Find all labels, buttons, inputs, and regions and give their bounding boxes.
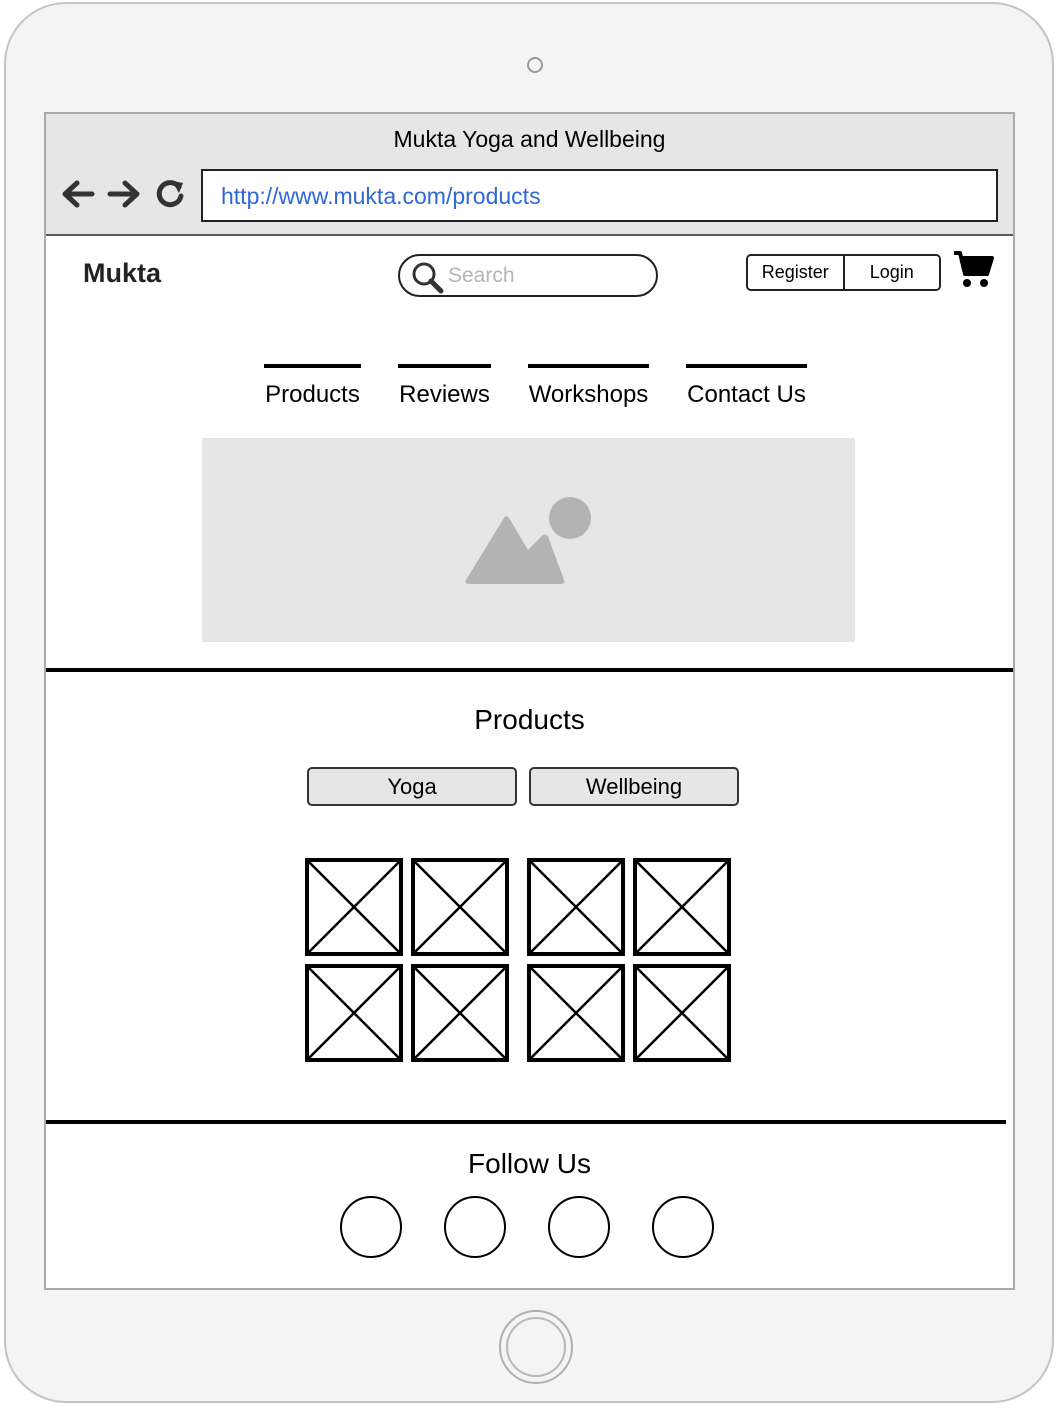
camera-icon [527, 57, 543, 73]
nav-contact-us[interactable]: Contact Us [686, 364, 807, 414]
auth-button-group: Register Login [746, 254, 941, 291]
product-image-placeholder[interactable] [305, 858, 403, 956]
browser-toolbar: Mukta Yoga and Wellbeing http://www.mukt… [46, 114, 1013, 236]
product-image-placeholder[interactable] [527, 964, 625, 1062]
url-text: http://www.mukta.com/products [221, 183, 541, 209]
product-image-placeholder[interactable] [411, 964, 509, 1062]
browser-nav-controls [60, 176, 188, 212]
section-divider [46, 668, 1013, 672]
back-arrow-icon[interactable] [60, 176, 96, 212]
browser-window: Mukta Yoga and Wellbeing http://www.mukt… [44, 112, 1015, 1290]
hero-image [202, 438, 855, 642]
product-image-placeholder[interactable] [633, 858, 731, 956]
nav-products[interactable]: Products [264, 364, 361, 414]
follow-us-heading: Follow Us [468, 1148, 591, 1179]
filter-yoga-button[interactable]: Yoga [307, 767, 517, 806]
products-heading: Products [474, 704, 585, 735]
site-logo[interactable]: Mukta [83, 258, 161, 289]
search-icon [411, 261, 445, 300]
search-input[interactable] [448, 262, 648, 290]
product-image-placeholder[interactable] [633, 964, 731, 1062]
shopping-cart-icon[interactable] [952, 248, 994, 295]
reload-icon[interactable] [152, 176, 188, 212]
product-image-placeholder[interactable] [527, 858, 625, 956]
register-button[interactable]: Register [748, 256, 843, 289]
image-placeholder-icon [464, 494, 594, 591]
social-icon[interactable] [548, 1196, 610, 1258]
social-icon[interactable] [444, 1196, 506, 1258]
login-button[interactable]: Login [842, 256, 939, 289]
nav-reviews[interactable]: Reviews [398, 364, 491, 414]
product-image-placeholder[interactable] [411, 858, 509, 956]
nav-workshops[interactable]: Workshops [528, 364, 649, 414]
search-box[interactable] [398, 254, 658, 297]
window-title: Mukta Yoga and Wellbeing [393, 126, 666, 152]
address-bar[interactable]: http://www.mukta.com/products [201, 169, 998, 222]
forward-arrow-icon[interactable] [106, 176, 142, 212]
filter-wellbeing-button[interactable]: Wellbeing [529, 767, 739, 806]
social-icon[interactable] [652, 1196, 714, 1258]
product-image-placeholder[interactable] [305, 964, 403, 1062]
home-button[interactable] [499, 1310, 573, 1384]
footer-divider [46, 1120, 1006, 1124]
social-icon[interactable] [340, 1196, 402, 1258]
